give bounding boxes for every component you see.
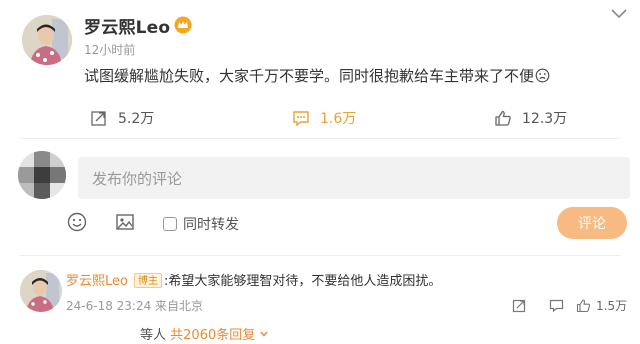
owner-badge: 博主 bbox=[133, 273, 162, 288]
divider bbox=[20, 255, 620, 256]
reply-meta: 24-6-18 23:24 来自北京 bbox=[66, 299, 204, 313]
reply-text: :希望大家能够理智对待，不要给他人造成困扰。 bbox=[163, 274, 442, 289]
comment-icon bbox=[293, 111, 309, 127]
verified-crown-icon bbox=[174, 16, 192, 34]
author-name[interactable]: 罗云熙Leo bbox=[84, 13, 170, 38]
comment-input[interactable]: 发布你的评论 bbox=[78, 157, 630, 199]
comment-input-placeholder: 发布你的评论 bbox=[92, 169, 183, 188]
submit-comment-button[interactable]: 评论 bbox=[557, 207, 627, 239]
repost-icon bbox=[91, 111, 106, 126]
comment-button[interactable]: 1.6万 bbox=[292, 108, 356, 128]
reply-share-button[interactable] bbox=[512, 297, 527, 313]
expand-chevron-icon bbox=[259, 328, 269, 338]
repost-toggle-label: 同时转发 bbox=[183, 217, 239, 233]
reply-author-avatar[interactable] bbox=[20, 270, 62, 312]
repost-toggle[interactable]: 同时转发 bbox=[163, 214, 239, 234]
reply-content: 罗云熙Leo 博主:希望大家能够理智对待，不要给他人造成困扰。 bbox=[66, 273, 441, 291]
repost-checkbox[interactable] bbox=[163, 217, 177, 231]
post-text: 试图缓解尴尬失败，大家千万不要学。同时很抱歉给车主带来了不便 bbox=[84, 66, 550, 86]
post-time: 12小时前 bbox=[84, 43, 136, 57]
like-count: 12.3万 bbox=[522, 111, 568, 127]
post-action-bar: 5.2万 1.6万 12.3万 bbox=[0, 102, 640, 134]
post-text-content: 试图缓解尴尬失败，大家千万不要学。同时很抱歉给车主带来了不便 bbox=[84, 67, 535, 85]
sub-replies-prefix: 等人 bbox=[140, 328, 167, 343]
sub-replies-count: 共2060条回复 bbox=[170, 328, 256, 343]
reply-like-count: 1.5万 bbox=[596, 298, 628, 313]
repost-count: 5.2万 bbox=[118, 111, 155, 127]
reply-thumbs-up-icon bbox=[576, 298, 591, 312]
reply-author-name[interactable]: 罗云熙Leo bbox=[66, 274, 128, 289]
like-button[interactable]: 12.3万 bbox=[494, 108, 567, 128]
reply-like-button[interactable]: 1.5万 bbox=[576, 297, 627, 313]
comment-count: 1.6万 bbox=[320, 111, 357, 127]
more-chevron-icon[interactable] bbox=[608, 6, 630, 20]
reply-comment-button[interactable] bbox=[549, 297, 564, 313]
divider bbox=[20, 138, 620, 139]
current-user-avatar bbox=[18, 151, 66, 199]
thumbs-up-icon bbox=[495, 110, 511, 126]
reply-comment-icon bbox=[549, 299, 564, 312]
share-icon bbox=[512, 299, 526, 312]
emoji-picker-icon[interactable] bbox=[66, 211, 88, 233]
author-avatar[interactable] bbox=[22, 15, 72, 65]
sad-emoji-icon bbox=[535, 68, 550, 83]
view-replies-link[interactable]: 等人 共2060条回复 bbox=[140, 324, 269, 343]
author-row: 罗云熙Leo bbox=[84, 12, 192, 38]
image-upload-icon[interactable] bbox=[114, 211, 136, 233]
repost-button[interactable]: 5.2万 bbox=[90, 108, 154, 128]
